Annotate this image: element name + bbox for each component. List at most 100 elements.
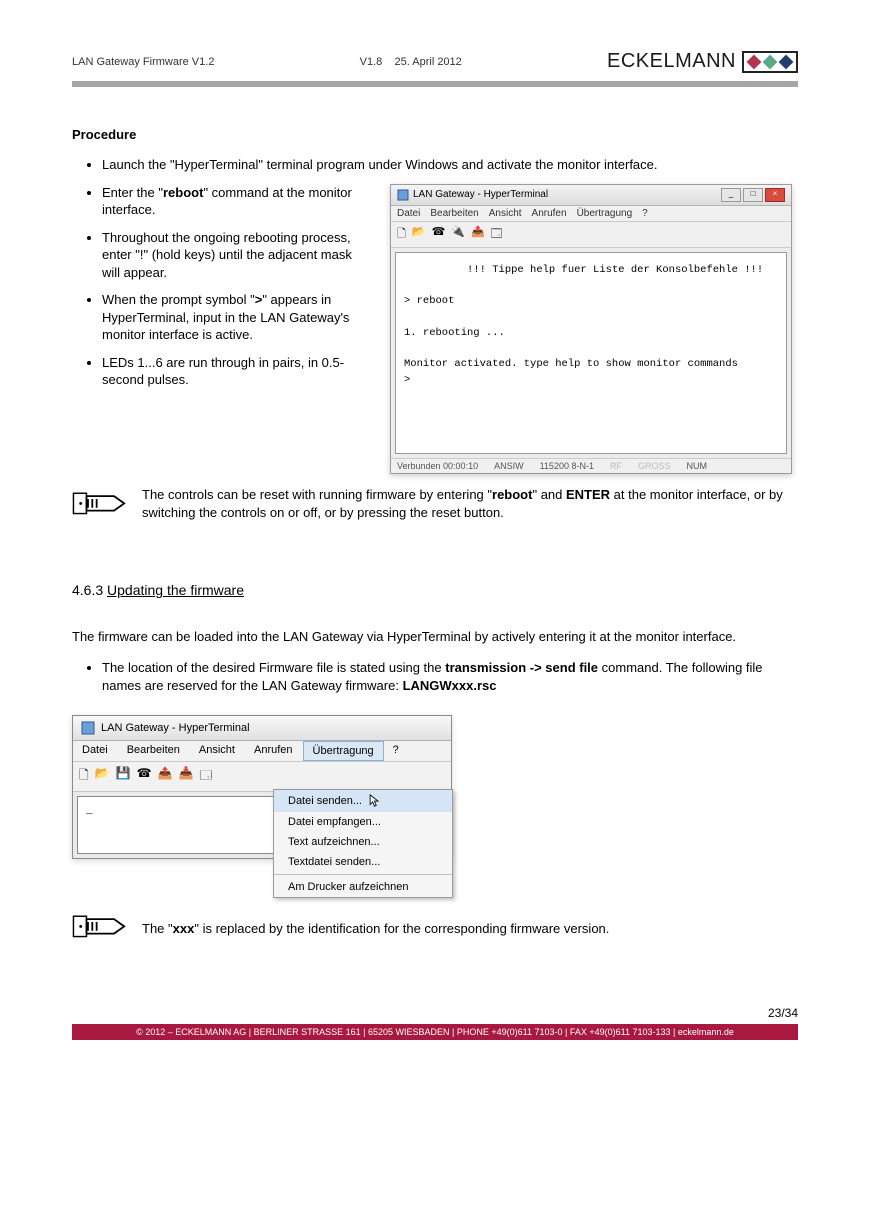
menubar: Datei Bearbeiten Ansicht Anrufen Übertra… bbox=[391, 206, 791, 222]
dropdown-item[interactable]: Datei empfangen... bbox=[274, 812, 452, 832]
document-page: LAN Gateway Firmware V1.2 V1.8 25. April… bbox=[0, 0, 870, 1180]
minimize-button[interactable]: _ bbox=[721, 188, 741, 202]
command-bold: transmission -> send file bbox=[445, 660, 598, 675]
menu-item-active[interactable]: Übertragung bbox=[303, 741, 384, 761]
brand-text: ECKELMANN bbox=[607, 50, 736, 73]
menu-item[interactable]: Anrufen bbox=[245, 741, 303, 761]
section-list: The location of the desired Firmware fil… bbox=[102, 659, 798, 695]
save-icon[interactable]: 💾 bbox=[116, 766, 131, 787]
menu-item[interactable]: Ansicht bbox=[489, 208, 522, 219]
status-ansi: ANSIW bbox=[494, 461, 524, 471]
header-divider bbox=[72, 81, 798, 87]
titlebar: LAN Gateway - HyperTerminal _ □ × bbox=[391, 185, 791, 206]
dropdown-item[interactable]: Text aufzeichnen... bbox=[274, 832, 452, 852]
note-2: The "xxx" is replaced by the identificat… bbox=[72, 909, 798, 945]
doc-version-date: V1.8 25. April 2012 bbox=[360, 56, 462, 68]
menubar: Datei Bearbeiten Ansicht Anrufen Übertra… bbox=[73, 741, 451, 762]
maximize-button[interactable]: □ bbox=[743, 188, 763, 202]
section-title: Updating the firmware bbox=[107, 582, 244, 598]
menu-item[interactable]: ? bbox=[384, 741, 409, 761]
procedure-list-cont: Enter the "reboot" command at the monito… bbox=[102, 184, 372, 389]
transmission-dropdown: Datei senden... Datei empfangen... Text … bbox=[273, 789, 453, 898]
brand-logo: ECKELMANN bbox=[607, 50, 798, 73]
menu-item[interactable]: Anrufen bbox=[532, 208, 567, 219]
close-button[interactable]: × bbox=[765, 188, 785, 202]
filename-bold: LANGWxxx.rsc bbox=[403, 678, 497, 693]
text: Enter the " bbox=[102, 185, 163, 200]
list-item: Enter the "reboot" command at the monito… bbox=[102, 184, 372, 219]
pointing-hand-icon bbox=[72, 486, 130, 522]
menu-item[interactable]: Ansicht bbox=[190, 741, 245, 761]
status-baud: 115200 8-N-1 bbox=[540, 461, 594, 471]
dropdown-separator bbox=[274, 874, 452, 875]
cursor-prompt: _ bbox=[86, 805, 93, 817]
note-1: The controls can be reset with running f… bbox=[72, 486, 798, 522]
terminal-output[interactable]: !!! Tippe help fuer Liste der Konsolbefe… bbox=[395, 252, 787, 454]
list-item: When the prompt symbol ">" appears in Hy… bbox=[102, 291, 372, 344]
app-icon bbox=[81, 721, 95, 735]
send-icon[interactable]: 📤 bbox=[471, 225, 485, 244]
cursor-icon bbox=[369, 794, 380, 808]
page-number: 23/34 bbox=[72, 1006, 798, 1020]
reboot-bold: reboot bbox=[163, 185, 203, 200]
section-intro: The firmware can be loaded into the LAN … bbox=[72, 628, 798, 646]
dropdown-item[interactable]: Am Drucker aufzeichnen bbox=[274, 877, 452, 897]
menu-item[interactable]: Übertragung bbox=[577, 208, 633, 219]
doc-version: V1.8 bbox=[360, 56, 383, 68]
reboot-bold: reboot bbox=[492, 487, 532, 502]
enter-bold: ENTER bbox=[566, 487, 610, 502]
receive-icon[interactable]: 📥 bbox=[178, 766, 193, 787]
toolbar: 🗋 📂 ☎ 🔌 📤 🗔 bbox=[391, 222, 791, 248]
status-num: NUM bbox=[686, 461, 707, 471]
menu-item[interactable]: Bearbeiten bbox=[118, 741, 190, 761]
statusbar: Verbunden 00:00:10 ANSIW 115200 8-N-1 RF… bbox=[391, 458, 791, 473]
footer: © 2012 – ECKELMANN AG | BERLINER STRASSE… bbox=[72, 1024, 798, 1040]
open-icon[interactable]: 📂 bbox=[95, 766, 110, 787]
menu-item[interactable]: Datei bbox=[397, 208, 420, 219]
menu-item[interactable]: Bearbeiten bbox=[430, 208, 478, 219]
properties-icon[interactable]: 🗔 bbox=[491, 225, 503, 244]
disconnect-icon[interactable]: 🔌 bbox=[451, 225, 465, 244]
dropdown-item[interactable]: Textdatei senden... bbox=[274, 852, 452, 872]
connect-icon[interactable]: ☎ bbox=[137, 766, 152, 787]
doc-title: LAN Gateway Firmware V1.2 bbox=[72, 56, 214, 68]
list-item: Throughout the ongoing rebooting process… bbox=[102, 229, 372, 282]
text: " is replaced by the identification for … bbox=[194, 921, 609, 936]
list-item: LEDs 1...6 are run through in pairs, in … bbox=[102, 354, 372, 389]
status-connected: Verbunden 00:00:10 bbox=[397, 461, 478, 471]
section-4-6-3-heading: 4.6.3 Updating the firmware bbox=[72, 582, 798, 598]
two-column-layout: Enter the "reboot" command at the monito… bbox=[72, 184, 798, 474]
window-title: LAN Gateway - HyperTerminal bbox=[413, 189, 548, 200]
doc-date: 25. April 2012 bbox=[395, 56, 462, 68]
titlebar: LAN Gateway - HyperTerminal bbox=[73, 716, 451, 741]
window-controls: _ □ × bbox=[721, 188, 785, 202]
open-icon[interactable]: 📂 bbox=[412, 225, 426, 244]
properties-icon[interactable]: 🗔 bbox=[199, 766, 212, 787]
menu-item[interactable]: Datei bbox=[73, 741, 118, 761]
menu-item[interactable]: ? bbox=[642, 208, 648, 219]
note-text: The "xxx" is replaced by the identificat… bbox=[142, 909, 609, 936]
list-item: The location of the desired Firmware fil… bbox=[102, 659, 798, 695]
procedure-heading: Procedure bbox=[72, 127, 798, 142]
dropdown-label: Datei senden... bbox=[288, 795, 362, 807]
toolbar: 🗋 📂 💾 ☎ 📤 📥 🗔 bbox=[73, 762, 451, 792]
list-item: Launch the "HyperTerminal" terminal prog… bbox=[102, 156, 798, 174]
new-icon[interactable]: 🗋 bbox=[397, 225, 406, 244]
pointing-hand-icon bbox=[72, 909, 130, 945]
note-text: The controls can be reset with running f… bbox=[142, 486, 798, 522]
app-icon bbox=[397, 189, 409, 201]
page-header: LAN Gateway Firmware V1.2 V1.8 25. April… bbox=[72, 50, 798, 73]
text: " and bbox=[532, 487, 566, 502]
text: The location of the desired Firmware fil… bbox=[102, 660, 445, 675]
connect-icon[interactable]: ☎ bbox=[432, 225, 446, 244]
send-icon[interactable]: 📤 bbox=[158, 766, 173, 787]
dropdown-item-send-file[interactable]: Datei senden... bbox=[274, 790, 452, 812]
new-icon[interactable]: 🗋 bbox=[79, 766, 89, 787]
text: The controls can be reset with running f… bbox=[142, 487, 492, 502]
hyperterminal-window-1: LAN Gateway - HyperTerminal _ □ × Datei … bbox=[390, 184, 792, 474]
procedure-list: Launch the "HyperTerminal" terminal prog… bbox=[102, 156, 798, 174]
section-number: 4.6.3 bbox=[72, 582, 103, 598]
brand-squares-icon bbox=[742, 51, 798, 73]
window-title: LAN Gateway - HyperTerminal bbox=[101, 722, 250, 734]
hyperterminal-window-2: LAN Gateway - HyperTerminal Datei Bearbe… bbox=[72, 715, 452, 859]
